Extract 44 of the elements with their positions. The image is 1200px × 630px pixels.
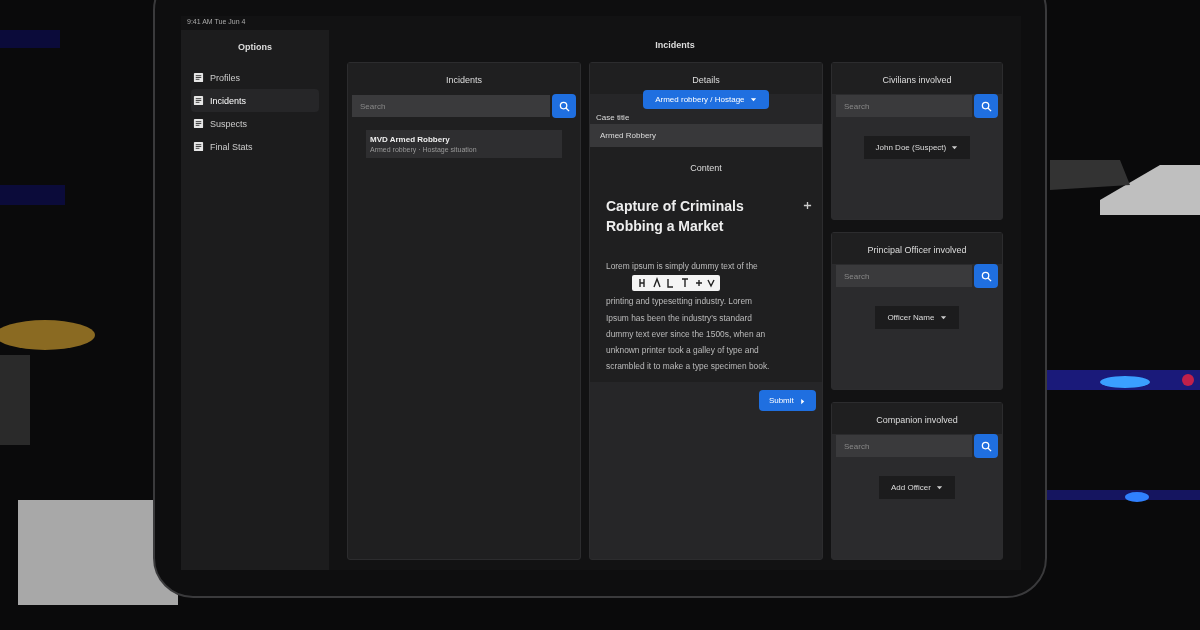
plus-icon[interactable] bbox=[803, 201, 812, 210]
sidebar-item[interactable]: Suspects bbox=[191, 112, 319, 135]
content-text: printing and typesetting industry. Lorem Ipsum has been the industry's standard dummy text ever since the 1500s, when an unknown printer took a galley of type and scrambled it to make a type specimen book. bbox=[606, 295, 771, 374]
search-button[interactable] bbox=[552, 94, 576, 118]
search-button[interactable] bbox=[974, 434, 998, 458]
sidebar-item[interactable]: Final Stats bbox=[191, 135, 319, 158]
panel-title: Companion involved bbox=[832, 403, 1002, 434]
search-button[interactable] bbox=[974, 264, 998, 288]
page-title: Incidents bbox=[654, 40, 696, 50]
document-icon bbox=[193, 95, 204, 106]
search-field[interactable]: Search bbox=[836, 265, 972, 287]
caret-icon bbox=[749, 96, 757, 104]
document-icon bbox=[193, 118, 204, 129]
document-icon bbox=[193, 141, 204, 152]
content-text: Lorem ipsum is simply dummy text of the bbox=[606, 260, 759, 274]
category-dropdown[interactable]: Armed robbery / Hostage bbox=[643, 90, 769, 109]
sidebar-item[interactable]: Profiles bbox=[191, 66, 319, 89]
chevron-icon bbox=[799, 397, 806, 405]
search-icon bbox=[980, 270, 992, 282]
format-icons-drawing[interactable] bbox=[636, 277, 716, 290]
sidebar-title: Options bbox=[237, 42, 273, 52]
person-dropdown[interactable]: John Doe (Suspect) bbox=[863, 136, 971, 159]
caret-icon bbox=[951, 144, 959, 152]
search-field[interactable]: Search bbox=[836, 95, 972, 117]
search-icon bbox=[980, 100, 992, 112]
panel-title: Details bbox=[590, 63, 822, 94]
search-field[interactable]: Search bbox=[352, 95, 550, 117]
caret-icon bbox=[939, 314, 947, 322]
search-icon bbox=[980, 440, 992, 452]
search-icon bbox=[558, 100, 570, 112]
panel-title: Civilians involved bbox=[832, 63, 1002, 94]
case-title-field[interactable]: Armed Robbery bbox=[590, 124, 822, 147]
document-icon bbox=[193, 72, 204, 83]
search-field[interactable]: Search bbox=[836, 435, 972, 457]
submit-button[interactable]: Submit bbox=[758, 390, 816, 412]
person-dropdown[interactable]: Add Officer bbox=[878, 476, 956, 499]
panel-title: Principal Officer involved bbox=[832, 233, 1002, 264]
sidebar-item[interactable]: Incidents bbox=[191, 89, 319, 112]
search-button[interactable] bbox=[974, 94, 998, 118]
person-dropdown[interactable]: Officer Name bbox=[875, 306, 959, 329]
content-heading: Capture of Criminals Robbing a Market bbox=[606, 197, 745, 236]
section-title: Content bbox=[590, 147, 822, 181]
field-label: Case title bbox=[596, 113, 631, 122]
caret-icon bbox=[936, 484, 944, 492]
